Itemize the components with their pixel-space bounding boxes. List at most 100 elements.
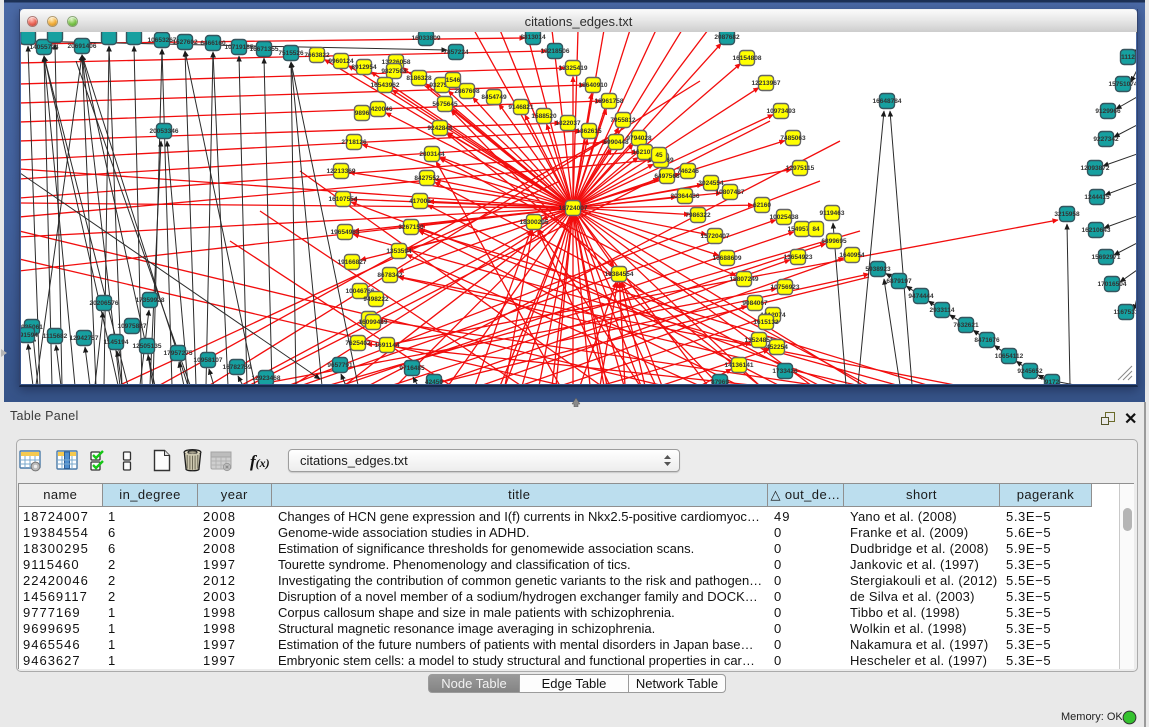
svg-text:5675645: 5675645 xyxy=(432,101,458,108)
svg-text:6899695: 6899695 xyxy=(821,238,847,245)
svg-text:16543962: 16543962 xyxy=(371,82,400,89)
svg-text:8186328: 8186328 xyxy=(406,75,432,82)
svg-text:12923468: 12923468 xyxy=(252,375,281,382)
svg-text:19166827: 19166827 xyxy=(338,259,367,266)
svg-text:2867608: 2867608 xyxy=(454,88,480,95)
svg-text:62160: 62160 xyxy=(753,202,771,209)
svg-text:10654112: 10654112 xyxy=(995,353,1024,360)
svg-text:19654983: 19654983 xyxy=(331,229,360,236)
svg-text:7955812: 7955812 xyxy=(610,117,636,124)
svg-text:18300295: 18300295 xyxy=(520,219,549,226)
svg-text:5938923: 5938923 xyxy=(865,266,891,273)
svg-text:2087682: 2087682 xyxy=(714,34,740,41)
svg-text:1615132: 1615132 xyxy=(753,319,779,326)
svg-text:13654923: 13654923 xyxy=(784,254,813,261)
svg-text:12093872: 12093872 xyxy=(1081,165,1110,172)
svg-text:8427552: 8427552 xyxy=(414,175,440,182)
svg-text:19218506: 19218506 xyxy=(541,48,570,55)
svg-text:9119463: 9119463 xyxy=(820,210,845,217)
svg-text:20691406: 20691406 xyxy=(68,43,97,50)
svg-text:746246: 746246 xyxy=(677,168,699,175)
svg-text:16210643: 16210643 xyxy=(1082,227,1111,234)
svg-text:9716485: 9716485 xyxy=(399,365,425,372)
svg-text:9227342: 9227342 xyxy=(1093,136,1119,143)
svg-text:9245652: 9245652 xyxy=(1017,368,1043,375)
svg-text:15692971: 15692971 xyxy=(1092,254,1121,261)
svg-text:42450: 42450 xyxy=(425,379,443,384)
svg-text:16961758: 16961758 xyxy=(595,98,624,105)
svg-text:9794028: 9794028 xyxy=(626,135,652,142)
svg-text:16107554: 16107554 xyxy=(329,196,358,203)
svg-text:8990448: 8990448 xyxy=(603,139,629,146)
svg-text:1145194: 1145194 xyxy=(104,339,129,346)
svg-text:18807249: 18807249 xyxy=(730,276,759,283)
svg-text:20206576: 20206576 xyxy=(90,300,119,307)
svg-text:84: 84 xyxy=(812,226,820,233)
svg-text:10025438: 10025438 xyxy=(770,214,799,221)
svg-text:9960124: 9960124 xyxy=(328,58,354,65)
svg-text:8813014: 8813014 xyxy=(520,34,546,41)
svg-text:19384554: 19384554 xyxy=(605,271,634,278)
svg-text:1244415: 1244415 xyxy=(1084,194,1110,201)
svg-text:17016504: 17016504 xyxy=(1098,281,1127,288)
svg-text:16648784: 16648784 xyxy=(873,98,902,105)
svg-text:9657791: 9657791 xyxy=(327,362,353,369)
svg-text:10688609: 10688609 xyxy=(713,255,742,262)
svg-text:18640910: 18640910 xyxy=(579,82,608,89)
svg-text:17957275: 17957275 xyxy=(164,350,193,357)
svg-text:417006: 417006 xyxy=(409,198,431,205)
svg-text:2803144: 2803144 xyxy=(419,151,445,158)
svg-text:9827508: 9827508 xyxy=(381,68,407,75)
svg-text:6497568: 6497568 xyxy=(654,173,680,180)
svg-text:1167531: 1167531 xyxy=(1114,309,1136,316)
svg-text:15720407: 15720407 xyxy=(701,233,730,240)
svg-text:9474444: 9474444 xyxy=(908,293,934,300)
svg-text:10807487: 10807487 xyxy=(716,189,745,196)
svg-text:17359928: 17359928 xyxy=(136,297,165,304)
svg-text:1546: 1546 xyxy=(446,77,461,84)
svg-text:10756923: 10756923 xyxy=(771,284,800,291)
svg-text:9242848: 9242848 xyxy=(427,125,453,132)
svg-text:1362615: 1362615 xyxy=(576,128,602,135)
svg-text:1527602: 1527602 xyxy=(172,39,198,46)
svg-text:13325419: 13325419 xyxy=(559,65,588,72)
svg-text:8454749: 8454749 xyxy=(481,94,507,101)
svg-text:12942757: 12942757 xyxy=(70,335,99,342)
svg-text:14055724: 14055724 xyxy=(30,44,59,51)
svg-text:1640954: 1640954 xyxy=(839,252,865,259)
svg-text:3267150: 3267150 xyxy=(398,224,424,231)
svg-text:1588520: 1588520 xyxy=(531,113,557,120)
svg-text:2718126: 2718126 xyxy=(341,139,367,146)
svg-text:3215958: 3215958 xyxy=(1054,211,1080,218)
svg-text:12213967: 12213967 xyxy=(752,80,781,87)
svg-text:10958107: 10958107 xyxy=(194,357,223,364)
svg-text:2933114: 2933114 xyxy=(930,307,955,314)
svg-text:10973493: 10973493 xyxy=(767,108,796,115)
svg-text:16782759: 16782759 xyxy=(223,364,252,371)
svg-text:6466160: 6466160 xyxy=(200,40,226,47)
svg-text:7857224: 7857224 xyxy=(443,49,469,56)
svg-text:20053346: 20053346 xyxy=(150,128,179,135)
svg-text:1115682: 1115682 xyxy=(43,333,68,340)
svg-text:16099489: 16099489 xyxy=(359,319,388,326)
svg-text:391594: 391594 xyxy=(21,332,38,339)
svg-text:1112: 1112 xyxy=(1121,54,1135,61)
svg-text:1322037: 1322037 xyxy=(555,120,581,127)
svg-text:7986322: 7986322 xyxy=(685,212,711,219)
svg-text:3024554: 3024554 xyxy=(698,180,724,187)
svg-text:87969: 87969 xyxy=(711,379,729,384)
svg-text:7663822: 7663822 xyxy=(304,52,330,59)
svg-text:14136141: 14136141 xyxy=(725,362,754,369)
svg-text:1691144: 1691144 xyxy=(375,342,400,349)
svg-text:20364436: 20364436 xyxy=(671,193,700,200)
svg-text:9146821: 9146821 xyxy=(508,104,534,111)
svg-text:6879197: 6879197 xyxy=(886,278,912,285)
svg-text:7515526: 7515526 xyxy=(278,50,304,57)
svg-text:9896: 9896 xyxy=(355,110,370,117)
svg-text:1733426: 1733426 xyxy=(772,368,798,375)
svg-text:18724007: 18724007 xyxy=(559,205,588,212)
svg-text:15751074: 15751074 xyxy=(1109,81,1136,88)
svg-text:9498222: 9498222 xyxy=(363,296,389,303)
svg-text:7632621: 7632621 xyxy=(953,322,979,329)
svg-text:12505135: 12505135 xyxy=(133,343,162,350)
